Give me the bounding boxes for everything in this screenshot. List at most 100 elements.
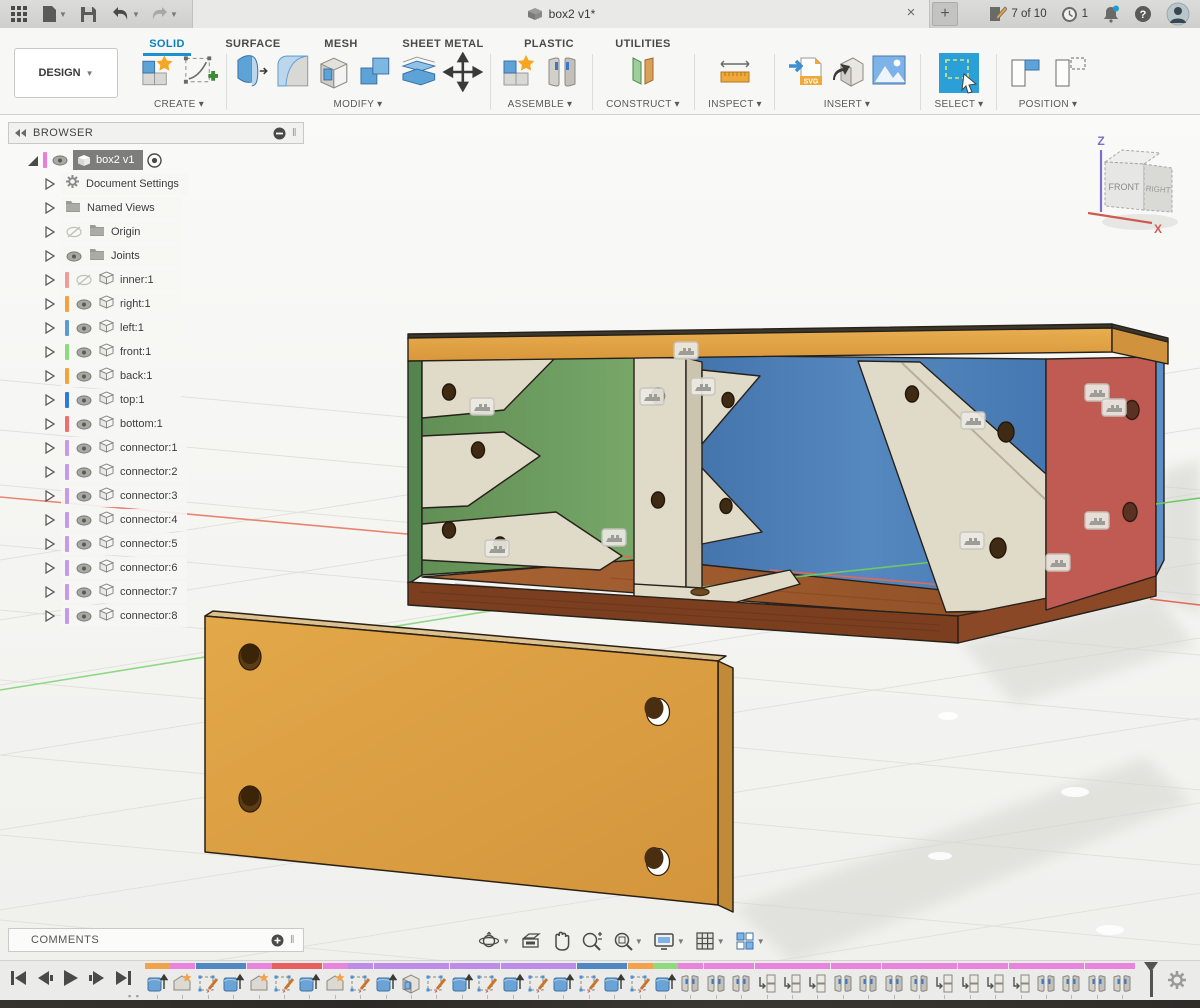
visibility-eye-icon[interactable]	[75, 515, 93, 526]
timeline-feature-joint[interactable]	[831, 963, 857, 999]
expand-arrow-icon[interactable]	[44, 346, 55, 358]
copy-feature-icon[interactable]	[933, 972, 955, 994]
box-assembly-model[interactable]	[408, 324, 1168, 643]
move-copy-button[interactable]	[442, 52, 484, 92]
fit-view-button[interactable]: ▼	[613, 931, 643, 951]
timeline-feature-joint[interactable]	[1034, 963, 1060, 999]
edit-sketch-feature-icon[interactable]	[629, 972, 651, 994]
extrude-feature-icon[interactable]	[222, 972, 244, 994]
extrude-feature-icon[interactable]	[502, 972, 524, 994]
group-inspect-label[interactable]: INSPECT ▾	[700, 99, 770, 110]
shell-button[interactable]	[315, 52, 353, 92]
edit-sketch-feature-icon[interactable]	[197, 972, 219, 994]
timeline-feature-joint[interactable]	[882, 963, 908, 999]
timeline-feature-edit-sketch[interactable]	[196, 963, 222, 999]
panel-grip-icon[interactable]: ‖	[292, 127, 297, 139]
pan-button[interactable]	[552, 931, 571, 951]
look-at-button[interactable]	[520, 932, 542, 950]
visibility-eye-icon[interactable]	[75, 419, 93, 430]
joint-feature-icon[interactable]	[1060, 972, 1082, 994]
hide-panel-icon[interactable]	[273, 127, 286, 140]
revert-position-button[interactable]	[1050, 52, 1090, 92]
extrude-feature-icon[interactable]	[146, 972, 168, 994]
edit-sketch-feature-icon[interactable]	[578, 972, 600, 994]
visibility-eye-icon[interactable]	[75, 299, 93, 310]
edit-sketch-feature-icon[interactable]	[349, 972, 371, 994]
timeline-feature-copy[interactable]	[932, 963, 958, 999]
timeline-feature-copy[interactable]	[805, 963, 831, 999]
step-back-button[interactable]	[36, 970, 54, 986]
select-button[interactable]	[938, 52, 980, 94]
group-create-label[interactable]: CREATE ▾	[138, 99, 220, 110]
extrude-feature-icon[interactable]	[552, 972, 574, 994]
timeline-settings-gear-icon[interactable]	[1166, 969, 1188, 991]
zoom-button[interactable]	[581, 931, 603, 951]
press-pull-button[interactable]	[232, 52, 270, 92]
timeline-feature-shell[interactable]	[399, 963, 425, 999]
joint-feature-icon[interactable]	[832, 972, 854, 994]
expand-arrow-icon[interactable]	[44, 370, 55, 382]
user-avatar[interactable]	[1166, 2, 1190, 26]
group-select-label[interactable]: SELECT ▾	[928, 99, 990, 110]
edit-sketch-feature-icon[interactable]	[527, 972, 549, 994]
sketch-feature-icon[interactable]	[324, 972, 346, 994]
browser-item-row[interactable]: front:1	[8, 340, 304, 364]
capture-position-button[interactable]	[1006, 52, 1046, 92]
joint-button[interactable]	[543, 52, 581, 92]
timeline-feature-extrude[interactable]	[374, 963, 400, 999]
timeline-feature-joint[interactable]	[1085, 963, 1111, 999]
timeline-feature-edit-sketch[interactable]	[628, 963, 654, 999]
timeline-playhead[interactable]	[1144, 962, 1158, 998]
extrude-feature-icon[interactable]	[603, 972, 625, 994]
expand-arrow-icon[interactable]	[44, 490, 55, 502]
collapse-panel-icon[interactable]	[15, 128, 27, 138]
visibility-eye-icon[interactable]	[75, 611, 93, 622]
visibility-eye-icon[interactable]	[75, 563, 93, 574]
visibility-eye-icon[interactable]	[75, 347, 93, 358]
group-construct-label[interactable]: CONSTRUCT ▾	[600, 99, 686, 110]
timeline-feature-joint[interactable]	[1110, 963, 1136, 999]
sketch-feature-icon[interactable]	[171, 972, 193, 994]
assemble-new-component-button[interactable]	[499, 52, 539, 92]
expand-arrow-icon[interactable]	[44, 298, 55, 310]
expand-arrow-icon[interactable]	[44, 322, 55, 334]
activate-component-radio[interactable]	[147, 153, 162, 168]
skip-to-start-button[interactable]	[10, 970, 28, 986]
timeline-feature-edit-sketch[interactable]	[475, 963, 501, 999]
group-position-label[interactable]: POSITION ▾	[1004, 99, 1092, 110]
timeline-feature-extrude[interactable]	[450, 963, 476, 999]
joint-feature-icon[interactable]	[705, 972, 727, 994]
help-button[interactable]: ?	[1134, 5, 1152, 23]
timeline-feature-edit-sketch[interactable]	[348, 963, 374, 999]
timeline-feature-copy[interactable]	[1009, 963, 1035, 999]
edit-sketch-feature-icon[interactable]	[476, 972, 498, 994]
browser-item-row[interactable]: connector:6	[8, 556, 304, 580]
copy-feature-icon[interactable]	[959, 972, 981, 994]
timeline-feature-copy[interactable]	[780, 963, 806, 999]
browser-item-row[interactable]: connector:4	[8, 508, 304, 532]
undo-button[interactable]: ▼	[112, 4, 140, 24]
construct-plane-button[interactable]	[623, 52, 663, 92]
expand-arrow-icon[interactable]	[44, 514, 55, 526]
timeline-feature-joint[interactable]	[907, 963, 933, 999]
edit-sketch-feature-icon[interactable]	[425, 972, 447, 994]
visibility-eye-icon[interactable]	[75, 371, 93, 382]
expand-arrow-icon[interactable]	[44, 442, 55, 454]
new-tab-button[interactable]: +	[932, 2, 958, 26]
timeline-feature-joint[interactable]	[1059, 963, 1085, 999]
browser-item-row[interactable]: connector:3	[8, 484, 304, 508]
orbit-button[interactable]: ▼	[478, 931, 510, 951]
expand-arrow-icon[interactable]	[44, 610, 55, 622]
viewports-button[interactable]: ▼	[735, 931, 765, 951]
measure-button[interactable]	[715, 52, 755, 92]
expand-arrow-icon[interactable]	[44, 202, 55, 214]
visibility-eye-icon[interactable]	[75, 539, 93, 550]
fillet-button[interactable]	[274, 52, 312, 92]
combine-button[interactable]	[357, 52, 395, 92]
timeline-feature-joint[interactable]	[678, 963, 704, 999]
root-component-chip[interactable]: box2 v1	[73, 150, 143, 170]
timeline-feature-extrude[interactable]	[602, 963, 628, 999]
browser-item-row[interactable]: connector:5	[8, 532, 304, 556]
browser-item-row[interactable]: back:1	[8, 364, 304, 388]
redo-button[interactable]: ▼	[150, 4, 178, 24]
